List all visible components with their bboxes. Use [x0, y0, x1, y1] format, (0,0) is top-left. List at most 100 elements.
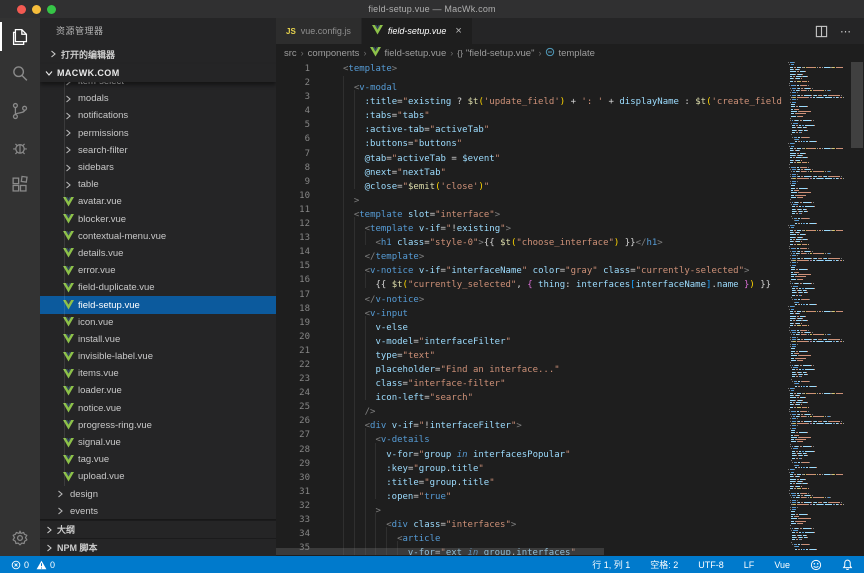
line-number: 2: [276, 76, 310, 90]
editor-tab-field-setup-vue[interactable]: field-setup.vue×: [362, 18, 472, 44]
tree-item-permissions[interactable]: permissions: [40, 125, 276, 142]
notifications-bell-icon[interactable]: [839, 559, 856, 571]
line-number: 1: [276, 62, 310, 76]
line-number: 22: [276, 358, 310, 372]
breadcrumb-separator: ›: [362, 48, 367, 58]
zoom-window-button[interactable]: [47, 5, 56, 14]
breadcrumb-item-1[interactable]: src: [284, 48, 297, 59]
line-number: 20: [276, 330, 310, 344]
tree-item-field-duplicate-vue[interactable]: field-duplicate.vue: [40, 279, 276, 296]
tree-item-sidebars[interactable]: sidebars: [40, 159, 276, 176]
editor-tab-vue-config-js[interactable]: JSvue.config.js: [276, 18, 362, 44]
tree-item-progress-ring-vue[interactable]: progress-ring.vue: [40, 417, 276, 434]
tree-item-events[interactable]: events: [40, 503, 276, 519]
explorer-icon[interactable]: [0, 18, 40, 55]
feedback-smiley-icon[interactable]: [807, 559, 825, 571]
tree-item-label: notifications: [78, 110, 128, 121]
tree-item-label: icon.vue: [78, 317, 113, 328]
line-number: 5: [276, 118, 310, 132]
chevron-right-icon: [54, 489, 66, 500]
tree-item-field-setup-vue[interactable]: field-setup.vue: [40, 296, 276, 313]
open-editors-section[interactable]: 打开的编辑器: [40, 44, 276, 64]
tree-item-table[interactable]: table: [40, 176, 276, 193]
close-tab-icon[interactable]: ×: [455, 26, 461, 37]
tree-item-avatar-vue[interactable]: avatar.vue: [40, 193, 276, 210]
eol-setting[interactable]: LF: [741, 560, 758, 570]
close-window-button[interactable]: [17, 5, 26, 14]
extensions-icon[interactable]: [0, 166, 40, 203]
code-line: 3:title="existing ? $t('update_field') +…: [276, 90, 788, 104]
indentation-setting[interactable]: 空格: 2: [647, 558, 681, 571]
npm-scripts-section[interactable]: NPM 脚本: [40, 538, 276, 556]
code-editor[interactable]: 1<template>2<v-modal3:title="existing ? …: [276, 62, 864, 556]
tree-item-notifications[interactable]: notifications: [40, 107, 276, 124]
tree-item-error-vue[interactable]: error.vue: [40, 262, 276, 279]
tree-item-invisible-label-vue[interactable]: invisible-label.vue: [40, 348, 276, 365]
tree-item-signal-vue[interactable]: signal.vue: [40, 434, 276, 451]
language-mode[interactable]: Vue: [771, 560, 793, 570]
tree-item-upload-vue[interactable]: upload.vue: [40, 468, 276, 485]
code-line: 13<h1 class="style-0">{{ $t("choose_inte…: [276, 231, 788, 245]
tab-bar: JSvue.config.jsfield-setup.vue× ⋯: [276, 18, 864, 44]
vertical-scrollbar-thumb[interactable]: [851, 62, 863, 148]
project-root-section[interactable]: MACWK.COM: [40, 64, 276, 82]
debug-icon[interactable]: [0, 129, 40, 166]
code-line: 10>: [276, 189, 788, 203]
code-line: 22placeholder="Find an interface...": [276, 358, 788, 372]
breadcrumb-item-3[interactable]: field-setup.vue: [370, 47, 446, 60]
cursor-position[interactable]: 行 1, 列 1: [589, 558, 633, 571]
split-editor-icon[interactable]: [815, 25, 828, 38]
tree-item-items-vue[interactable]: items.vue: [40, 365, 276, 382]
javascript-file-icon: JS: [286, 27, 296, 36]
more-actions-icon[interactable]: ⋯: [840, 25, 852, 38]
braces-icon: {}: [457, 48, 463, 58]
vertical-scrollbar[interactable]: [850, 62, 864, 556]
code-line: 20v-model="interfaceFilter": [276, 330, 788, 344]
code-line: 18<v-input: [276, 302, 788, 316]
tree-item-install-vue[interactable]: install.vue: [40, 331, 276, 348]
code-line: 1<template>: [276, 62, 788, 76]
source-control-icon[interactable]: [0, 92, 40, 129]
tree-item-label: events: [70, 506, 98, 517]
code-line: 33<div class="interfaces">: [276, 513, 788, 527]
breadcrumb-item-5[interactable]: template: [545, 47, 594, 60]
outline-section[interactable]: 大纲: [40, 520, 276, 538]
tree-item-design[interactable]: design: [40, 486, 276, 503]
breadcrumb-item-4[interactable]: {}"field-setup.vue": [457, 48, 534, 59]
problems-indicator[interactable]: 0 0: [8, 560, 58, 570]
line-number: 23: [276, 372, 310, 386]
code-line: 5:active-tab="activeTab": [276, 118, 788, 132]
breadcrumb-item-2[interactable]: components: [308, 48, 360, 59]
tree-item-icon-vue[interactable]: icon.vue: [40, 314, 276, 331]
error-count: 0: [24, 560, 29, 570]
minimize-window-button[interactable]: [32, 5, 41, 14]
settings-gear-icon[interactable]: [0, 519, 40, 556]
tree-item-label: modals: [78, 93, 109, 104]
sidebar-bottom-sections: 大纲 NPM 脚本: [40, 519, 276, 556]
tree-item-item-select[interactable]: item-select: [40, 82, 276, 90]
encoding-setting[interactable]: UTF-8: [695, 560, 727, 570]
tree-item-tag-vue[interactable]: tag.vue: [40, 451, 276, 468]
line-number: 18: [276, 302, 310, 316]
search-icon[interactable]: [0, 55, 40, 92]
tree-item-label: items.vue: [78, 368, 119, 379]
horizontal-scrollbar[interactable]: [276, 547, 788, 556]
tree-item-search-filter[interactable]: search-filter: [40, 142, 276, 159]
tree-item-loader-vue[interactable]: loader.vue: [40, 382, 276, 399]
code-line: 6:buttons="buttons": [276, 132, 788, 146]
horizontal-scrollbar-thumb[interactable]: [276, 548, 604, 555]
minimap[interactable]: [788, 62, 850, 556]
code-line: 26<div v-if="!interfaceFilter">: [276, 414, 788, 428]
tree-item-label: install.vue: [78, 334, 120, 345]
tree-item-label: table: [78, 179, 99, 190]
tree-item-modals[interactable]: modals: [40, 90, 276, 107]
line-number: 30: [276, 471, 310, 485]
warning-icon: [36, 560, 47, 570]
tree-item-label: details.vue: [78, 248, 123, 259]
tree-item-contextual-menu-vue[interactable]: contextual-menu.vue: [40, 228, 276, 245]
tree-item-details-vue[interactable]: details.vue: [40, 245, 276, 262]
line-number: 12: [276, 217, 310, 231]
line-number: 10: [276, 189, 310, 203]
tree-item-blocker-vue[interactable]: blocker.vue: [40, 211, 276, 228]
tree-item-notice-vue[interactable]: notice.vue: [40, 400, 276, 417]
